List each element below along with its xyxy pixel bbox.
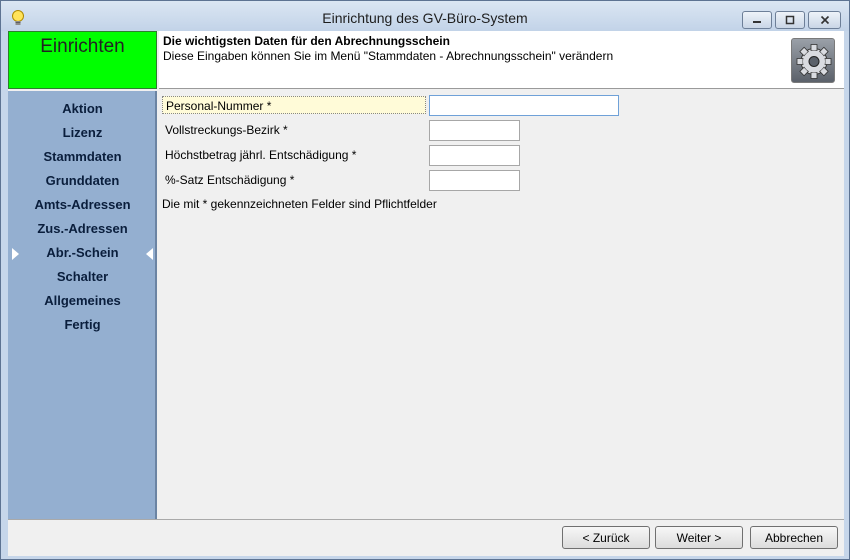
- gear-icon: [796, 44, 832, 79]
- sidebar-item-allgemeines[interactable]: Allgemeines: [8, 290, 157, 312]
- window-title: Einrichtung des GV-Büro-System: [322, 10, 528, 26]
- sidebar-item-grunddaten[interactable]: Grunddaten: [8, 170, 157, 192]
- sidebar-item-zus-adressen[interactable]: Zus.-Adressen: [8, 218, 157, 240]
- back-button[interactable]: < Zurück: [562, 526, 650, 549]
- sidebar-item-schalter[interactable]: Schalter: [8, 266, 157, 288]
- maximize-button[interactable]: [775, 11, 805, 29]
- section-banner: Einrichten: [8, 31, 157, 89]
- form-panel: Personal-Nummer * Vollstreckungs-Bezirk …: [159, 91, 844, 519]
- section-title: Einrichten: [40, 36, 125, 57]
- hoechstbetrag-input[interactable]: [429, 145, 520, 166]
- selected-arrow-right-icon: [146, 248, 153, 260]
- prozentsatz-label: %-Satz Entschädigung *: [165, 173, 295, 187]
- next-button[interactable]: Weiter >: [655, 526, 743, 549]
- personal-nummer-input[interactable]: [429, 95, 619, 116]
- settings-logo: [791, 38, 835, 83]
- wizard-steps-sidebar: Aktion Lizenz Stammdaten Grunddaten Amts…: [8, 91, 157, 519]
- page-heading: Die wichtigsten Daten für den Abrechnung…: [163, 34, 450, 48]
- sidebar-item-amts-adressen[interactable]: Amts-Adressen: [8, 194, 157, 216]
- close-button[interactable]: [808, 11, 841, 29]
- close-icon: [820, 15, 829, 25]
- setup-window: Einrichtung des GV-Büro-System Einrichte…: [0, 0, 850, 560]
- button-bar: < Zurück Weiter > Abbrechen: [8, 519, 844, 556]
- vollstreckungs-bezirk-input[interactable]: [429, 120, 520, 141]
- sidebar-item-stammdaten[interactable]: Stammdaten: [8, 146, 157, 168]
- title-bar[interactable]: Einrichtung des GV-Büro-System: [1, 1, 849, 31]
- page-subheading: Diese Eingaben können Sie im Menü "Stamm…: [163, 49, 614, 63]
- minimize-button[interactable]: [742, 11, 772, 29]
- personal-nummer-label: Personal-Nummer *: [162, 96, 426, 114]
- sidebar-item-abr-schein[interactable]: Abr.-Schein: [8, 242, 157, 264]
- prozentsatz-input[interactable]: [429, 170, 520, 191]
- sidebar-item-fertig[interactable]: Fertig: [8, 314, 157, 336]
- sidebar-item-lizenz[interactable]: Lizenz: [8, 122, 157, 144]
- hoechstbetrag-label: Höchstbetrag jährl. Entschädigung *: [165, 148, 357, 162]
- sidebar-item-aktion[interactable]: Aktion: [8, 98, 157, 120]
- minimize-icon: [753, 21, 761, 23]
- cancel-button[interactable]: Abbrechen: [750, 526, 838, 549]
- restore-icon: [785, 15, 795, 25]
- client-area: Einrichten Die wichtigsten Daten für den…: [8, 31, 844, 556]
- vollstreckungs-bezirk-label: Vollstreckungs-Bezirk *: [165, 123, 288, 137]
- required-fields-note: Die mit * gekennzeichneten Felder sind P…: [162, 197, 437, 211]
- selected-arrow-left-icon: [12, 248, 19, 260]
- page-header: Die wichtigsten Daten für den Abrechnung…: [159, 31, 844, 89]
- sidebar-item-label: Abr.-Schein: [46, 245, 119, 260]
